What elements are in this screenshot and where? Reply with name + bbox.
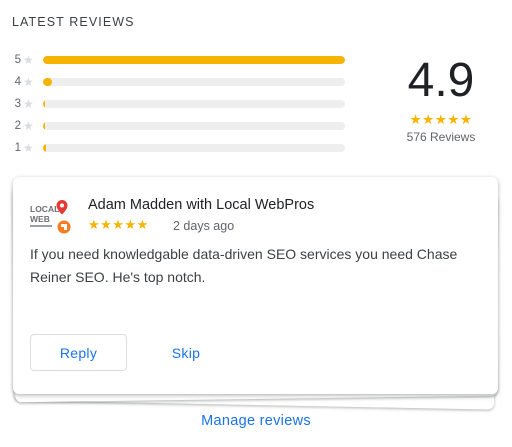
histogram-bar (43, 122, 45, 130)
histogram-row-5: 5 ★ (12, 52, 352, 74)
avatar-logo-text: LOCAL (30, 204, 59, 214)
avatar-logo-text: WEB (30, 214, 50, 224)
rating-summary: 4.9 ★★★★★ 576 Reviews (388, 52, 494, 144)
histogram-star-count: 4 (14, 76, 21, 88)
manage-reviews-link[interactable]: Manage reviews (0, 413, 512, 429)
section-title: LATEST REVIEWS (12, 15, 135, 29)
histogram-row-1: 1 ★ (12, 140, 352, 162)
histogram-track (43, 100, 345, 108)
histogram-bar (43, 56, 345, 64)
skip-button[interactable]: Skip (156, 334, 216, 371)
histogram-row-2: 2 ★ (12, 118, 352, 140)
average-stars: ★★★★★ (409, 112, 473, 127)
reviewer-avatar: LOCAL WEB (30, 200, 71, 234)
histogram-row-4: 4 ★ (12, 74, 352, 96)
histogram-star-count: 1 (14, 142, 21, 154)
histogram-row-3: 3 ★ (12, 96, 352, 118)
rating-histogram: 5 ★ 4 ★ 3 ★ 2 ★ 1 ★ (12, 52, 352, 162)
histogram-bar (43, 100, 45, 108)
review-text: If you need knowledgable data-driven SEO… (30, 246, 458, 285)
histogram-track (43, 122, 345, 130)
histogram-track (43, 56, 345, 64)
histogram-track (43, 78, 345, 86)
review-stars: ★★★★★ (88, 217, 149, 232)
reply-button[interactable]: Reply (30, 334, 127, 371)
histogram-star-count: 3 (14, 98, 21, 110)
star-icon: ★ (23, 97, 34, 111)
histogram-star-count: 5 (14, 54, 21, 66)
histogram-star-count: 2 (14, 120, 21, 132)
review-count: 576 Reviews (406, 130, 476, 144)
reviewer-name: Adam Madden with Local WebPros (88, 197, 315, 213)
histogram-bar (43, 144, 47, 152)
star-icon: ★ (23, 141, 34, 155)
star-icon: ★ (23, 75, 34, 89)
review-date: 2 days ago (173, 219, 235, 233)
review-card: LOCAL WEB Adam Madden with Local WebPros… (13, 177, 498, 394)
star-icon: ★ (23, 53, 34, 67)
star-icon: ★ (23, 119, 34, 133)
average-rating: 4.9 (407, 54, 475, 107)
histogram-bar (43, 78, 53, 86)
histogram-track (43, 144, 345, 152)
